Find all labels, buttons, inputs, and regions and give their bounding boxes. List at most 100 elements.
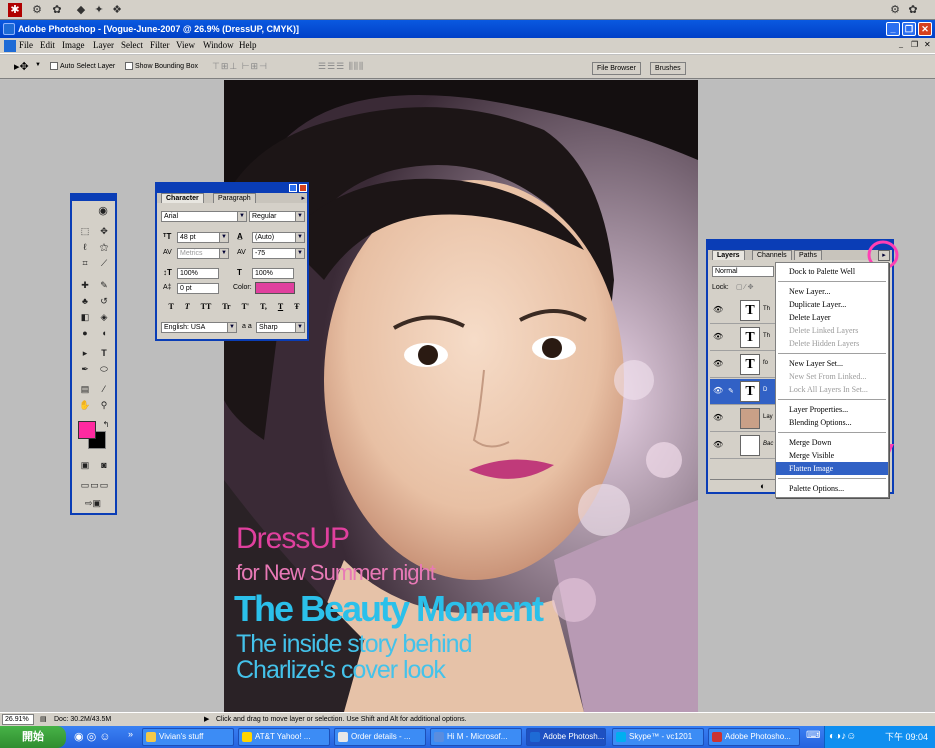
kerning-field[interactable]: Metrics ▼ (177, 248, 229, 259)
antialias-select[interactable]: Sharp ▼ (256, 322, 305, 333)
tool-icon[interactable]: ⚙ (888, 3, 902, 17)
quick-mask-icon[interactable]: ◙ (97, 459, 111, 472)
standard-mode-icon[interactable]: ▣ (78, 459, 92, 472)
tab-paths[interactable]: Paths (794, 250, 822, 260)
font-style-select[interactable]: Regular ▼ (249, 211, 305, 222)
leading-field[interactable]: (Auto) ▼ (252, 232, 305, 243)
lasso-tool-icon[interactable]: ℓ (78, 241, 92, 254)
menu-item-blending-options[interactable]: Blending Options... (776, 416, 888, 429)
eye-icon[interactable]: 👁 (713, 441, 723, 449)
zoom-tool-icon[interactable]: ⚲ (97, 399, 111, 412)
tool-icon[interactable]: ✿ (906, 3, 920, 17)
bounding-box-checkbox[interactable]: Show Bounding Box (125, 62, 198, 70)
menu-item-flatten-image[interactable]: Flatten Image (776, 462, 888, 475)
app-logo-icon[interactable]: ✱ (8, 3, 22, 17)
subscript-button[interactable]: T, (260, 302, 267, 314)
panel-menu-arrow-icon[interactable]: ▸ (301, 194, 305, 202)
dodge-tool-icon[interactable]: ◖ (97, 327, 111, 340)
menu-select[interactable]: Select (121, 40, 143, 50)
align-buttons[interactable]: ⊤⊞⊥ ⊢⊞⊣ (212, 61, 268, 72)
tool-icon[interactable]: ❖ (110, 3, 124, 17)
keyboard-icon[interactable]: ⌨ (806, 730, 820, 741)
tab-character[interactable]: Character (161, 193, 204, 203)
doc-close-button[interactable]: ✕ (924, 40, 931, 49)
underline-button[interactable]: T (278, 302, 283, 314)
menu-item-merge-visible[interactable]: Merge Visible (776, 449, 888, 462)
layers-panel-menu-button[interactable]: ▸ (878, 250, 890, 261)
strikethrough-button[interactable]: Ŧ (294, 302, 299, 314)
character-panel-titlebar[interactable] (157, 184, 307, 193)
layer-row-selected[interactable]: 👁 ✎ T D (710, 379, 780, 405)
restore-button[interactable]: ❐ (902, 22, 916, 36)
layer-row[interactable]: 👁 Lay (710, 406, 780, 432)
superscript-button[interactable]: T' (242, 302, 250, 314)
start-button[interactable]: 開始 (0, 726, 66, 748)
tab-brushes[interactable]: Brushes (650, 62, 686, 75)
pen-tool-icon[interactable]: ✒ (78, 363, 92, 376)
tab-file-browser[interactable]: File Browser (592, 62, 641, 75)
menu-item-duplicate-layer[interactable]: Duplicate Layer... (776, 298, 888, 311)
lock-icons[interactable]: ▢ ⁄ ✥ (736, 283, 754, 293)
chevron-down-icon[interactable]: ▼ (35, 62, 41, 68)
eye-icon[interactable]: 👁 (713, 387, 723, 395)
menu-item-palette-options[interactable]: Palette Options... (776, 482, 888, 495)
language-select[interactable]: English: USA ▼ (161, 322, 237, 333)
swap-colors-icon[interactable]: ↰ (99, 418, 113, 431)
toolbox-titlebar[interactable] (72, 195, 115, 201)
menu-item-dock-to-palette-well[interactable]: Dock to Palette Well (776, 265, 888, 278)
eye-icon[interactable]: 👁 (713, 306, 723, 314)
quicklaunch-overflow-icon[interactable]: » (128, 729, 133, 739)
adjustment-layer-icon[interactable]: ◐ (760, 481, 765, 491)
tool-icon[interactable]: ✿ (50, 3, 64, 17)
magic-wand-icon[interactable]: ⚝ (97, 241, 111, 254)
taskbar-item[interactable]: Order details - ... (334, 728, 426, 746)
menu-layer[interactable]: Layer (93, 40, 114, 50)
tray-icons[interactable]: ◐◑♪☺ (829, 726, 856, 748)
menu-image[interactable]: Image (62, 40, 85, 50)
layer-row[interactable]: 👁 T Th (710, 298, 780, 324)
tool-icon[interactable]: ◆ (74, 3, 88, 17)
font-family-select[interactable]: Arial ▼ (161, 211, 247, 222)
eye-icon[interactable]: 👁 (713, 333, 723, 341)
taskbar-item[interactable]: Vivian's stuff (142, 728, 234, 746)
screen-mode-icons[interactable]: ▭▭▭ (76, 479, 114, 492)
blur-tool-icon[interactable]: ● (78, 327, 92, 340)
doc-minimize-button[interactable]: _ (899, 40, 903, 49)
faux-italic-button[interactable]: T (185, 302, 190, 314)
type-tool-icon[interactable]: T (97, 347, 111, 360)
vertical-scale-field[interactable]: 100% (177, 268, 219, 279)
distribute-buttons[interactable]: ☰☰☰ ⫼⫼⫼ (318, 61, 364, 72)
blend-mode-select[interactable]: Normal (712, 266, 774, 277)
healing-brush-icon[interactable]: ✚ (78, 279, 92, 292)
tracking-field[interactable]: -75 ▼ (252, 248, 305, 259)
tool-icon[interactable]: ✦ (92, 3, 106, 17)
shape-tool-icon[interactable]: ⬭ (97, 363, 111, 376)
menu-view[interactable]: View (176, 40, 195, 50)
foreground-color-swatch[interactable] (78, 421, 96, 439)
eye-icon[interactable]: ◉ (96, 205, 110, 218)
tab-layers[interactable]: Layers (712, 250, 745, 260)
menu-filter[interactable]: Filter (150, 40, 170, 50)
taskbar-item[interactable]: Adobe Photosho... (708, 728, 800, 746)
menu-item-new-layer-set[interactable]: New Layer Set... (776, 357, 888, 370)
close-button[interactable]: ✕ (918, 22, 932, 36)
doc-restore-button[interactable]: ❐ (911, 40, 918, 49)
doc-size[interactable]: Doc: 30.2M/43.5M (54, 713, 111, 727)
font-size-field[interactable]: 48 pt ▼ (177, 232, 229, 243)
crop-tool-icon[interactable]: ⌗ (78, 257, 92, 270)
menu-item-delete-layer[interactable]: Delete Layer (776, 311, 888, 324)
menu-file[interactable]: File (19, 40, 33, 50)
tab-channels[interactable]: Channels (752, 250, 792, 260)
notes-tool-icon[interactable]: ▤ (78, 383, 92, 396)
marquee-tool-icon[interactable]: ⬚ (78, 225, 92, 238)
jump-to-imageready-icon[interactable]: ⇨▣ (78, 497, 108, 510)
menu-help[interactable]: Help (239, 40, 257, 50)
layer-row[interactable]: 👁 Bac (710, 433, 780, 459)
baseline-shift-field[interactable]: 0 pt (177, 283, 219, 294)
tab-paragraph[interactable]: Paragraph (213, 193, 256, 203)
taskbar-item[interactable]: Hi M - Microsof... (430, 728, 522, 746)
bucket-tool-icon[interactable]: ◈ (97, 311, 111, 324)
eye-icon[interactable]: 👁 (713, 414, 723, 422)
history-brush-icon[interactable]: ↺ (97, 295, 111, 308)
minimize-button[interactable]: _ (886, 22, 900, 36)
